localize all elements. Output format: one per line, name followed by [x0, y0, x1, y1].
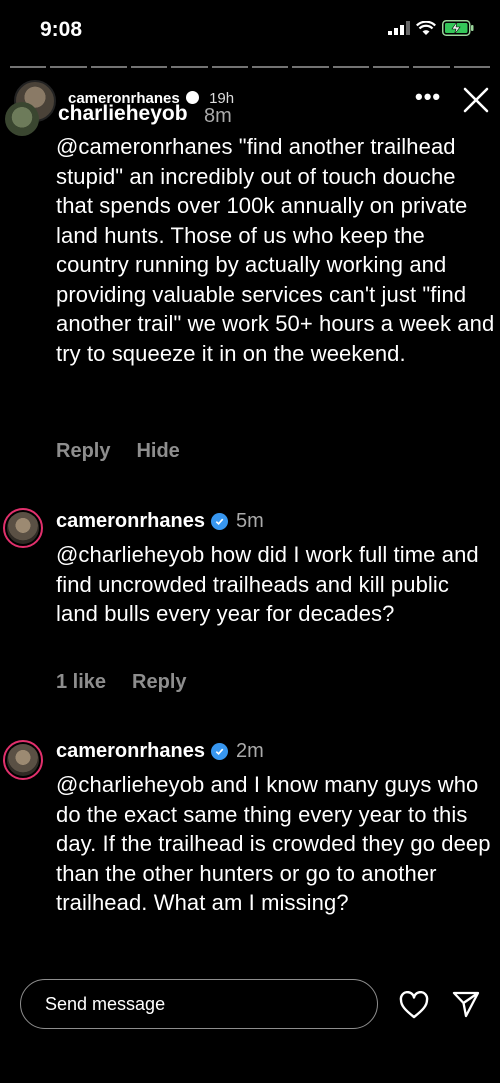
- battery-charging-icon: [442, 20, 474, 36]
- verified-icon: [210, 743, 228, 760]
- status-icons: [388, 20, 474, 36]
- status-bar: 9:08: [0, 0, 500, 60]
- wifi-icon: [416, 20, 436, 35]
- progress-segment: [90, 66, 127, 68]
- progress-segment: [292, 66, 329, 68]
- comment-text: @charlieheyob how did I work full time a…: [56, 542, 479, 626]
- progress-segment: [372, 66, 410, 68]
- reply-button[interactable]: Reply: [132, 671, 186, 694]
- comment-username[interactable]: cameronrhanes: [56, 740, 205, 763]
- heart-icon[interactable]: [399, 991, 429, 1019]
- progress-segment: [453, 66, 490, 68]
- comment-actions: 1 like Reply: [56, 671, 187, 694]
- signal-icon: [388, 21, 410, 35]
- progress-segment: [171, 66, 208, 68]
- reply-author-name[interactable]: charlieheyob: [58, 102, 188, 126]
- more-options-button[interactable]: •••: [415, 84, 441, 110]
- reply-button[interactable]: Reply: [56, 440, 110, 463]
- progress-segment: [130, 66, 168, 68]
- progress-segment: [211, 66, 248, 68]
- status-time: 9:08: [40, 18, 83, 41]
- reply-comment-actions: Reply Hide: [56, 440, 180, 463]
- like-count[interactable]: 1 like: [56, 671, 106, 694]
- comment-text: @charlieheyob and I know many guys who d…: [56, 772, 491, 915]
- reply-comment-text: @cameronrhanes "find another trailhead s…: [56, 134, 495, 366]
- reply-time: 8m: [204, 105, 232, 127]
- comment-header: cameronrhanes 2m: [56, 740, 264, 763]
- comment-header: cameronrhanes 5m: [56, 510, 264, 533]
- close-icon[interactable]: [462, 86, 490, 114]
- comment-avatar[interactable]: [3, 740, 43, 780]
- comment-avatar[interactable]: [3, 508, 43, 548]
- progress-segment: [251, 66, 289, 68]
- story-progress: [10, 66, 490, 68]
- story-header: cameronrhanes 19h charlieheyob 8m •••: [0, 78, 500, 138]
- send-message-placeholder: Send message: [45, 994, 166, 1014]
- progress-segment: [332, 66, 369, 68]
- progress-segment: [10, 66, 47, 68]
- comment-username[interactable]: cameronrhanes: [56, 510, 205, 533]
- send-message-input[interactable]: Send message: [20, 979, 378, 1029]
- send-icon[interactable]: [452, 990, 480, 1018]
- progress-segment: [50, 66, 87, 68]
- verified-icon: [210, 513, 228, 530]
- hide-button[interactable]: Hide: [136, 440, 179, 463]
- progress-segment: [413, 66, 450, 68]
- comment-time: 2m: [235, 740, 264, 762]
- reply-author-avatar[interactable]: [5, 102, 39, 136]
- comment-time: 5m: [235, 510, 264, 532]
- verified-icon: [185, 91, 199, 104]
